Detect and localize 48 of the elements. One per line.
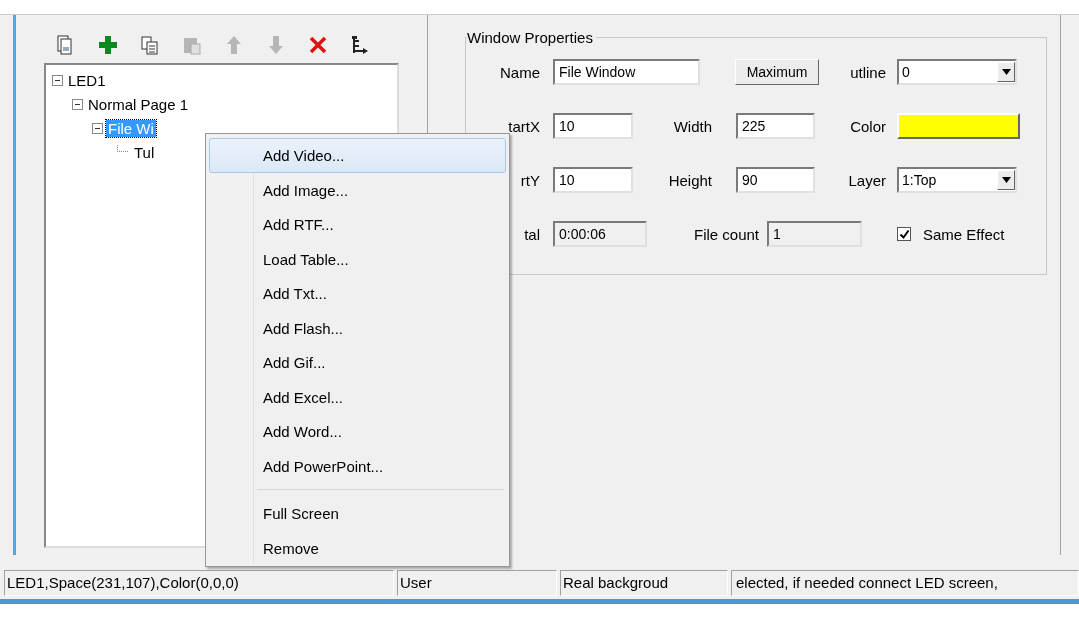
- start-y-label: rtY: [519, 171, 541, 189]
- collapse-icon[interactable]: [72, 98, 83, 110]
- total-label: tal: [523, 225, 541, 243]
- tree-connector: [117, 144, 128, 152]
- collapse-icon[interactable]: [92, 122, 103, 134]
- color-label: Color: [849, 117, 887, 135]
- menu-item[interactable]: Full Screen: [209, 496, 506, 531]
- layer-label: Layer: [847, 171, 887, 189]
- menu-item[interactable]: Add Image...: [209, 172, 506, 207]
- name-field[interactable]: File Window: [553, 59, 700, 85]
- start-y-field[interactable]: 10: [553, 167, 633, 193]
- tree-item[interactable]: LED1: [66, 71, 108, 89]
- menu-item[interactable]: Add RTF...: [209, 207, 506, 242]
- height-field[interactable]: 90: [736, 167, 815, 193]
- status-pane: User: [397, 570, 557, 596]
- status-pane: LED1,Space(231,107),Color(0,0,0): [4, 570, 394, 596]
- maximum-button[interactable]: Maximum: [735, 59, 819, 85]
- menu-item[interactable]: Add Flash...: [209, 310, 506, 345]
- width-field[interactable]: 225: [736, 113, 815, 139]
- tree-item[interactable]: Normal Page 1: [86, 95, 191, 113]
- menu-item[interactable]: Add Gif...: [209, 345, 506, 380]
- menu-item[interactable]: Add Word...: [209, 414, 506, 449]
- file-count-label: File count: [694, 225, 760, 243]
- start-x-field[interactable]: 10: [553, 113, 633, 139]
- menu-item[interactable]: Add Txt...: [209, 276, 506, 311]
- dropdown-arrow-icon: [1001, 177, 1011, 183]
- status-pane: elected, if needed connect LED screen,: [731, 570, 1079, 596]
- plus-icon[interactable]: [96, 33, 120, 57]
- group-title: Window Properties: [467, 29, 596, 46]
- menu-item[interactable]: Add Video...: [209, 138, 506, 173]
- same-effect-label: Same Effect: [923, 225, 1005, 243]
- outline-dropdown[interactable]: 0: [897, 59, 1017, 85]
- outline-label: utline: [849, 63, 887, 81]
- color-swatch[interactable]: [897, 113, 1020, 139]
- tree-item[interactable]: Tul: [132, 143, 157, 161]
- start-x-label: tartX: [507, 117, 541, 135]
- layer-dropdown[interactable]: 1:Top: [897, 167, 1017, 193]
- dropdown-arrow-icon: [1001, 69, 1011, 75]
- menu-item[interactable]: Add Excel...: [209, 379, 506, 414]
- menu-item[interactable]: Remove: [209, 530, 506, 565]
- width-label: Width: [672, 117, 713, 135]
- name-label: Name: [499, 63, 541, 81]
- menu-item[interactable]: Load Table...: [209, 241, 506, 276]
- menu-item[interactable]: Add PowerPoint...: [209, 448, 506, 483]
- collapse-icon[interactable]: [52, 74, 63, 86]
- status-pane: Real backgroud: [560, 570, 728, 596]
- height-label: Height: [667, 171, 713, 189]
- same-effect-checkbox[interactable]: [897, 227, 911, 241]
